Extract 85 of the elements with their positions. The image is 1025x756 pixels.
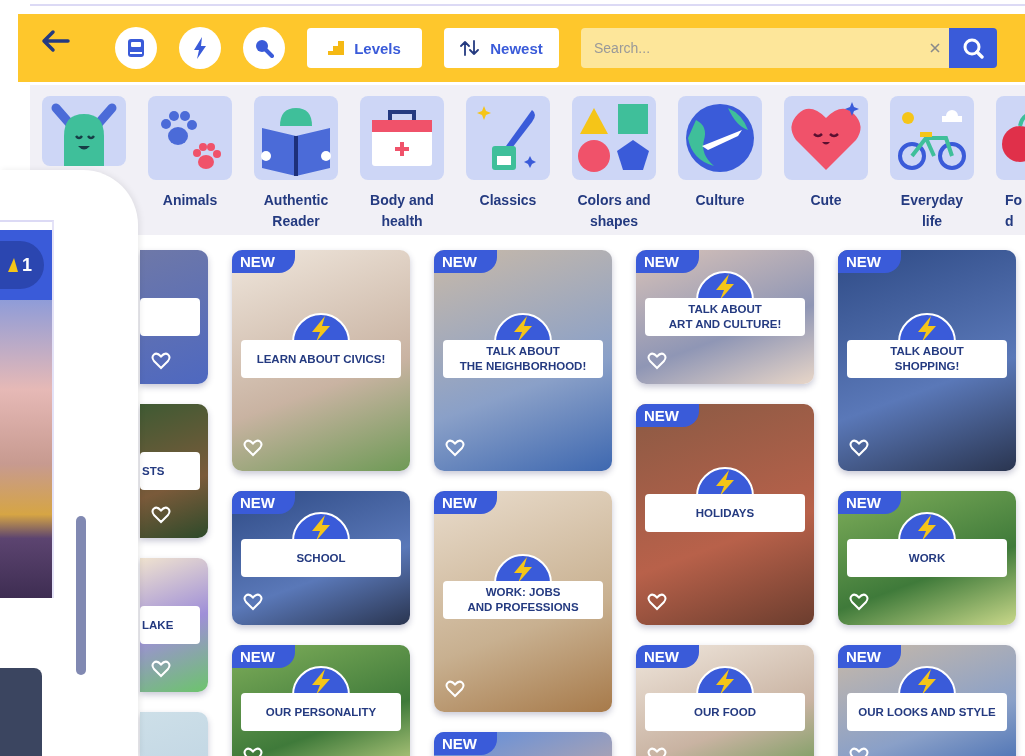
- lesson-card[interactable]: NEW HOLIDAYS: [636, 404, 814, 625]
- category-label: Classics: [478, 191, 538, 210]
- sort-arrows-icon: [460, 40, 481, 56]
- lesson-card[interactable]: LAKE: [140, 558, 208, 692]
- card-title: TALK ABOUT SHOPPING!: [847, 340, 1007, 378]
- lesson-card[interactable]: NEW OUR PERSONALITY: [232, 645, 410, 756]
- cone-icon: [8, 258, 18, 272]
- card-title: LAKE: [140, 606, 200, 644]
- new-badge: NEW: [636, 250, 699, 273]
- category-label: Animals: [161, 191, 219, 210]
- lesson-card[interactable]: NEW OUR LOOKS AND STYLE: [838, 645, 1016, 756]
- book-button[interactable]: [115, 27, 157, 69]
- card-title: TALK ABOUT ART AND CULTURE!: [645, 298, 805, 336]
- lesson-card[interactable]: NEW WORK: JOBS AND PROFESSIONS: [434, 491, 612, 712]
- new-badge: NEW: [838, 250, 901, 273]
- category-label: Everyday life: [899, 191, 965, 231]
- card-title: OUR LOOKS AND STYLE: [847, 693, 1007, 731]
- card-label-background: [140, 298, 200, 336]
- category-tile[interactable]: [466, 96, 550, 180]
- levels-button[interactable]: Levels: [307, 28, 422, 68]
- heart-icon[interactable]: [647, 593, 667, 611]
- category-label: Fo d: [1004, 191, 1024, 231]
- lightning-button[interactable]: [179, 27, 221, 69]
- category-label: Colors and shapes: [576, 191, 652, 231]
- new-badge: NEW: [434, 732, 497, 755]
- lesson-card[interactable]: NEW TALK ABOUT THE NEIGHBORHOOD!: [434, 250, 612, 471]
- search-field[interactable]: Search...: [581, 28, 949, 68]
- magnifier-icon: [254, 38, 274, 58]
- stairs-icon: [328, 41, 345, 55]
- new-badge: NEW: [838, 645, 901, 668]
- heart-icon[interactable]: [849, 593, 869, 611]
- sort-button[interactable]: Newest: [444, 28, 559, 68]
- search-icon: [962, 37, 984, 59]
- new-badge: NEW: [232, 250, 295, 273]
- card-title: STS: [140, 452, 200, 490]
- lesson-card[interactable]: NEW LEARN ABOUT CIVICS!: [232, 250, 410, 471]
- category-label: Body and health: [369, 191, 435, 231]
- category-label: Authentic Reader: [262, 191, 330, 231]
- new-badge: NEW: [838, 491, 901, 514]
- category-tile[interactable]: [254, 96, 338, 180]
- clear-icon[interactable]: [930, 43, 940, 53]
- category-tile[interactable]: [572, 96, 656, 180]
- category-tile[interactable]: [148, 96, 232, 180]
- heart-icon[interactable]: [849, 439, 869, 457]
- heart-icon[interactable]: [445, 439, 465, 457]
- card-title: TALK ABOUT THE NEIGHBORHOOD!: [443, 340, 603, 378]
- lightning-icon: [193, 37, 207, 59]
- lesson-card[interactable]: NEW SCHOOL: [232, 491, 410, 625]
- category-tile[interactable]: [678, 96, 762, 180]
- card-title: OUR FOOD: [645, 693, 805, 731]
- back-button[interactable]: [40, 29, 70, 53]
- lesson-card[interactable]: [140, 250, 208, 384]
- category-label: Cute: [809, 191, 843, 210]
- card-title: HOLIDAYS: [645, 494, 805, 532]
- category-tile[interactable]: [42, 96, 126, 166]
- lesson-card[interactable]: NEW TALK ABOUT SHOPPING!: [838, 250, 1016, 471]
- new-badge: NEW: [434, 250, 497, 273]
- scrollbar-thumb[interactable]: [76, 516, 86, 675]
- lesson-card[interactable]: NEW OUR FOOD: [636, 645, 814, 756]
- search-button[interactable]: [949, 28, 997, 68]
- category-tile[interactable]: [360, 96, 444, 180]
- card-title: WORK: JOBS AND PROFESSIONS: [443, 581, 603, 619]
- card-title: LEARN ABOUT CIVICS!: [241, 340, 401, 378]
- card-title: WORK: [847, 539, 1007, 577]
- lesson-card[interactable]: NEW TALK ABOUT ART AND CULTURE!: [636, 250, 814, 384]
- category-tile[interactable]: [890, 96, 974, 180]
- lesson-card[interactable]: NEW: [434, 732, 612, 756]
- card-title: SCHOOL: [241, 539, 401, 577]
- magnifier-button[interactable]: [243, 27, 285, 69]
- heart-icon[interactable]: [243, 593, 263, 611]
- book-icon: [127, 38, 145, 58]
- lesson-card[interactable]: STS: [140, 404, 208, 538]
- heart-icon[interactable]: [151, 506, 171, 524]
- back-arrow-icon: [40, 29, 70, 53]
- category-label: Culture: [694, 191, 746, 210]
- new-badge: NEW: [636, 404, 699, 427]
- category-tile[interactable]: [784, 96, 868, 180]
- new-badge: NEW: [232, 491, 295, 514]
- heart-icon[interactable]: [151, 352, 171, 370]
- level-badge: 1: [0, 241, 44, 289]
- new-badge: NEW: [636, 645, 699, 668]
- card-title: OUR PERSONALITY: [241, 693, 401, 731]
- new-badge: NEW: [232, 645, 295, 668]
- lesson-card[interactable]: NEW WORK: [838, 491, 1016, 625]
- new-badge: NEW: [434, 491, 497, 514]
